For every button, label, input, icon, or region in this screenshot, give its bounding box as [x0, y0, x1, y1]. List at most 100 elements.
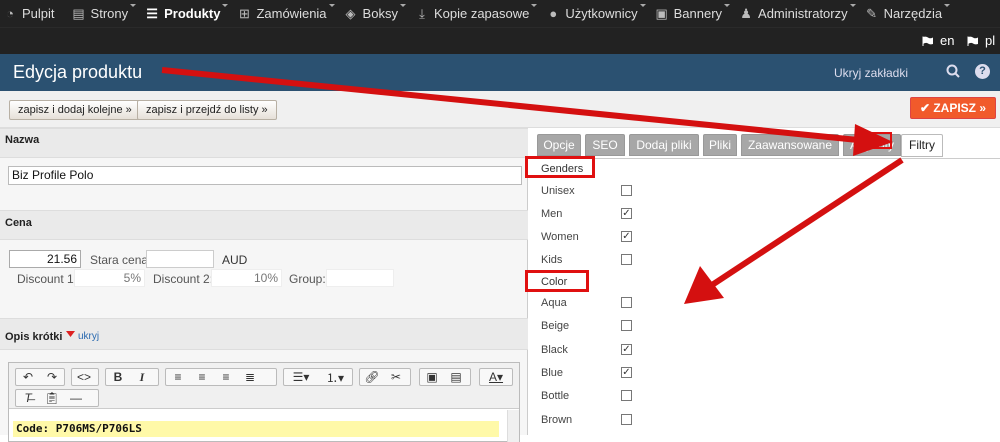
image-insert-icon[interactable]: ▣: [420, 369, 444, 385]
caret-down-icon: [639, 4, 646, 7]
nav-strony[interactable]: ▤ Strony: [72, 0, 137, 27]
align-justify-icon[interactable]: ≣: [238, 369, 262, 385]
nav-label: Zamówienia: [256, 6, 327, 21]
caret-down-icon: [944, 4, 951, 7]
rich-text-editor: ↶ ↷ <> BI ≡ ≡ ≡ ≣ ☰▾ ⒈▾ 🔗︎ ✂ ▣ ▤ A▾ T̶ 📋…: [8, 362, 520, 442]
link-icon[interactable]: 🔗︎: [360, 369, 384, 385]
filter-label: Unisex: [541, 185, 575, 197]
nav-produkty[interactable]: ☰ Produkty: [146, 0, 229, 27]
numbered-list-icon[interactable]: ⒈▾: [318, 369, 352, 385]
top-navigation: ◔ Pulpit ▤ Strony ☰ Produkty ⊞ Zamówienia ◈ B…: [0, 0, 1000, 27]
nav-administratorzy[interactable]: ♟ Administratorzy: [740, 0, 856, 27]
clear-format-icon[interactable]: T̶: [16, 390, 40, 406]
filter-checkbox[interactable]: ✓: [621, 231, 632, 242]
tab-filtry[interactable]: Filtry: [901, 134, 943, 157]
align-left-icon[interactable]: ≡: [166, 369, 190, 385]
caret-down-icon: [399, 4, 406, 7]
align-center-icon[interactable]: ≡: [190, 369, 214, 385]
caret-down-icon: [531, 4, 538, 7]
save-and-add-button[interactable]: zapisz i dodaj kolejne »: [9, 100, 141, 120]
page-title: Edycja produktu: [13, 62, 143, 82]
filter-checkbox[interactable]: ✓: [621, 367, 632, 378]
nav-label: Produkty: [164, 6, 221, 21]
paste-icon[interactable]: 📋︎: [40, 390, 64, 406]
product-name-input[interactable]: Biz Profile Polo: [8, 166, 522, 185]
bold-icon[interactable]: B: [106, 369, 130, 385]
tab-zaawansowane[interactable]: Zaawansowane: [741, 134, 839, 156]
caret-down-icon: [724, 4, 731, 7]
nav-label: Narzędzia: [883, 6, 943, 21]
caret-down-icon: [849, 4, 856, 7]
user-icon: ●: [549, 6, 558, 21]
italic-icon[interactable]: I: [130, 369, 154, 385]
filter-label: Brown: [541, 414, 573, 426]
list-icon: ☰: [146, 5, 158, 21]
cart-icon: ⊞: [239, 5, 250, 21]
unlink-icon[interactable]: ✂: [384, 369, 408, 385]
save-button[interactable]: ✔ ZAPISZ »: [910, 97, 996, 119]
nav-label: Pulpit: [22, 6, 55, 21]
filter-checkbox[interactable]: [621, 297, 632, 308]
nav-pulpit[interactable]: ◔ Pulpit: [4, 0, 55, 27]
save-and-list-button[interactable]: zapisz i przejdź do listy »: [137, 100, 277, 120]
filter-checkbox[interactable]: [621, 320, 632, 331]
discount1-input[interactable]: 5%: [74, 269, 145, 287]
filter-checkbox[interactable]: [621, 414, 632, 425]
product-side-panel: Opcje SEO Dodaj pliki Pliki Zaawansowane…: [529, 128, 1000, 435]
nav-narzedzia[interactable]: ✎ Narzędzia: [866, 0, 951, 27]
language-bar: en pl: [0, 27, 1000, 54]
discount1-label: Discount 1:: [17, 272, 78, 286]
tab-seo[interactable]: SEO: [585, 134, 625, 156]
source-group: <>: [71, 368, 99, 386]
nav-zamowienia[interactable]: ⊞ Zamówienia: [238, 0, 335, 27]
editor-scrollbar[interactable]: [507, 410, 519, 442]
undo-redo-group: ↶ ↷: [15, 368, 65, 386]
nav-label: Strony: [90, 6, 129, 21]
video-insert-icon[interactable]: ▤: [444, 369, 468, 385]
nav-label: Użytkownicy: [565, 6, 638, 21]
align-right-icon[interactable]: ≡: [214, 369, 238, 385]
price-input[interactable]: 21.56: [9, 250, 81, 268]
filter-checkbox[interactable]: [621, 254, 632, 265]
discount2-input[interactable]: 10%: [211, 269, 282, 287]
text-color-icon[interactable]: A▾: [480, 369, 512, 385]
undo-icon[interactable]: ↶: [16, 369, 40, 385]
group-label: Group:: [289, 272, 326, 286]
old-price-input[interactable]: [146, 250, 214, 268]
link-group: 🔗︎ ✂: [359, 368, 411, 386]
filter-label: Kids: [541, 254, 563, 266]
name-label: Nazwa: [5, 134, 40, 146]
bullet-list-icon[interactable]: ☰▾: [284, 369, 318, 385]
redo-icon[interactable]: ↷: [40, 369, 64, 385]
hide-link[interactable]: ukryj: [78, 331, 99, 342]
triangle-down-icon[interactable]: [66, 331, 75, 337]
tab-dodaj-pliki[interactable]: Dodaj pliki: [629, 134, 699, 156]
tab-opcje[interactable]: Opcje: [537, 134, 581, 156]
tab-pliki[interactable]: Pliki: [703, 134, 737, 156]
nav-kopie-zapasowe[interactable]: ⤓ Kopie zapasowe: [416, 0, 538, 27]
flag-icon: [967, 36, 978, 46]
lang-en[interactable]: en: [922, 33, 954, 48]
nav-bannery[interactable]: ▣ Bannery: [655, 0, 731, 27]
horizontal-rule-icon[interactable]: —: [64, 390, 88, 406]
gauge-icon: ◔: [6, 6, 14, 21]
group-input[interactable]: [326, 269, 394, 287]
filter-checkbox[interactable]: ✓: [621, 208, 632, 219]
filter-label: Women: [541, 231, 579, 243]
nav-uzytkownicy[interactable]: ● Użytkownicy: [547, 0, 646, 27]
source-code-icon[interactable]: <>: [72, 369, 96, 385]
lang-pl[interactable]: pl: [967, 33, 995, 48]
nav-boksy[interactable]: ◈ Boksy: [345, 0, 406, 27]
filters-panel: Genders Unisex Men ✓ Women ✓ Kids Color …: [529, 158, 1000, 435]
lang-label: pl: [985, 33, 996, 48]
align-group: ≡ ≡ ≡ ≣: [165, 368, 277, 386]
caret-down-icon: [130, 4, 137, 7]
hide-tabs-link[interactable]: Ukryj zakładki: [834, 66, 908, 80]
filter-checkbox[interactable]: [621, 390, 632, 401]
search-icon[interactable]: [946, 64, 960, 78]
filter-checkbox[interactable]: ✓: [621, 344, 632, 355]
help-icon[interactable]: ?: [975, 64, 990, 79]
download-icon: ⤓: [419, 5, 425, 21]
nav-label: Bannery: [673, 6, 723, 21]
filter-checkbox[interactable]: [621, 185, 632, 196]
